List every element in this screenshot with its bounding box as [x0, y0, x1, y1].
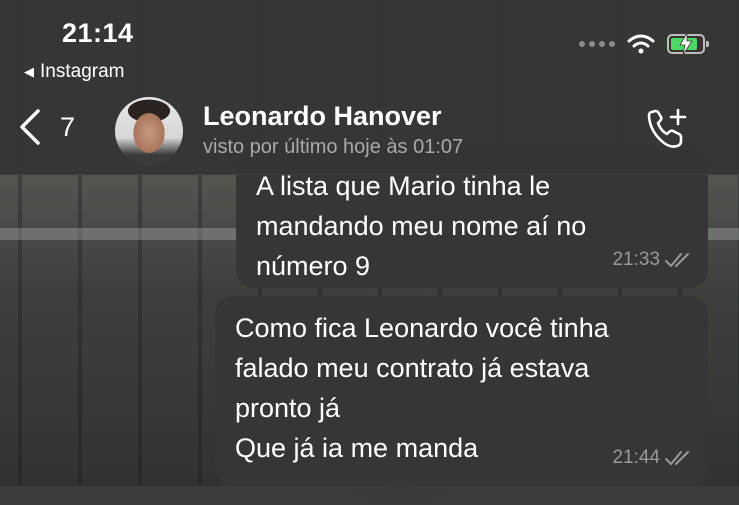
chat-header: 21:14 ◀ Instagram 7 Leonardo Hanover vis…: [0, 0, 739, 175]
chevron-left-icon: [20, 109, 40, 145]
unread-count: 7: [60, 111, 76, 142]
signal-dots-icon: [579, 41, 615, 47]
battery-charging-icon: [667, 33, 709, 55]
message-time: 21:33: [612, 249, 660, 270]
double-check-icon: [665, 451, 689, 465]
back-button[interactable]: 7: [18, 108, 75, 146]
avatar[interactable]: [115, 97, 183, 165]
message-text-line: Como fica Leonardo você tinha: [235, 313, 609, 343]
message-text-line: falado meu contrato já estava: [235, 353, 590, 383]
last-seen-status: visto por último hoje às 01:07: [203, 136, 464, 158]
message-time: 21:44: [612, 447, 660, 468]
message-bubble[interactable]: Como fica Leonardo você tinha falado meu…: [215, 296, 708, 486]
message-text-line: pronto já: [235, 393, 341, 423]
phone-add-icon: [647, 108, 687, 148]
message-meta: 21:33: [612, 240, 692, 280]
status-icons: [579, 33, 709, 55]
contact-name[interactable]: Leonardo Hanover: [203, 101, 442, 132]
wifi-icon: [627, 34, 655, 54]
message-meta: 21:44: [612, 438, 692, 478]
double-check-icon: [665, 253, 689, 267]
call-button[interactable]: [644, 106, 690, 157]
back-triangle-icon: ◀: [24, 64, 34, 79]
back-app-label: Instagram: [40, 61, 125, 82]
status-time: 21:14: [62, 18, 134, 48]
back-to-app-link[interactable]: ◀ Instagram: [24, 61, 124, 83]
